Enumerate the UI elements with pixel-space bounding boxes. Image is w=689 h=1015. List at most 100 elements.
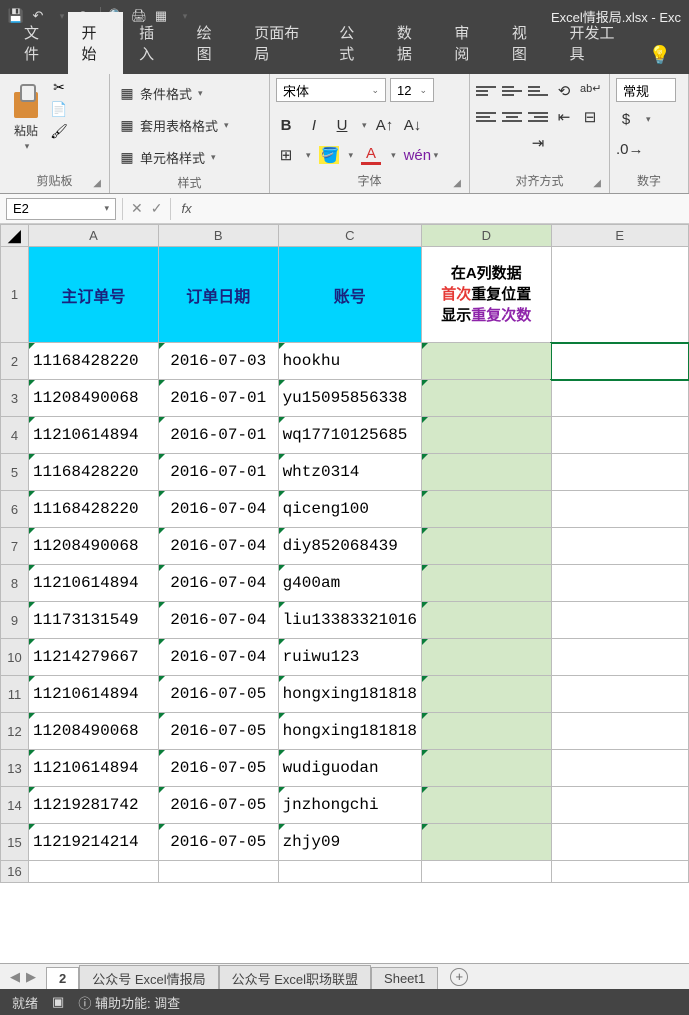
format-painter-icon[interactable]: 🖌 (50, 122, 68, 140)
row-header[interactable]: 11 (1, 676, 29, 713)
align-left-icon[interactable] (476, 108, 496, 126)
wrap-text-icon[interactable]: ab↵ (580, 82, 600, 100)
cell[interactable] (551, 343, 688, 380)
row-header[interactable]: 5 (1, 454, 29, 491)
cell[interactable]: 2016-07-03 (158, 343, 278, 380)
cell[interactable]: 11219214214 (28, 824, 158, 861)
tab-home[interactable]: 开始 (68, 12, 124, 74)
tab-data[interactable]: 数据 (383, 12, 439, 74)
cell[interactable] (422, 861, 552, 883)
cell[interactable]: 主订单号 (28, 247, 158, 343)
align-top-icon[interactable] (476, 82, 496, 100)
row-header[interactable]: 6 (1, 491, 29, 528)
tab-file[interactable]: 文件 (10, 12, 66, 74)
row-header[interactable]: 15 (1, 824, 29, 861)
cell[interactable] (551, 380, 688, 417)
fx-icon[interactable]: fx (171, 201, 201, 216)
cell[interactable]: 2016-07-05 (158, 713, 278, 750)
orientation-icon[interactable]: ⟲ (554, 82, 574, 100)
clipboard-expand-icon[interactable]: ◢ (93, 178, 101, 189)
tab-view[interactable]: 视图 (498, 12, 554, 74)
cell[interactable]: 11173131549 (28, 602, 158, 639)
accessibility-status[interactable]: ⓘ 辅助功能: 调查 (78, 993, 180, 1012)
cell[interactable]: yu15095856338 (278, 380, 421, 417)
cell[interactable] (551, 454, 688, 491)
cell[interactable]: 在A列数据 首次重复位置 显示重复次数 (422, 247, 552, 343)
sheet-tab[interactable]: 公众号 Excel情报局 (79, 965, 218, 991)
cell[interactable]: 2016-07-04 (158, 565, 278, 602)
tab-draw[interactable]: 绘图 (183, 12, 239, 74)
borders-button[interactable]: ⊞ (276, 146, 296, 164)
cell[interactable] (422, 676, 552, 713)
cell[interactable] (551, 417, 688, 454)
decimal-increase-icon[interactable]: .0→ (616, 141, 636, 158)
cancel-formula-icon[interactable]: ✕ (131, 200, 143, 217)
cell[interactable] (422, 750, 552, 787)
align-expand-icon[interactable]: ◢ (593, 178, 601, 189)
copy-icon[interactable]: 📄 (50, 100, 68, 118)
cell[interactable]: hongxing181818 (278, 713, 421, 750)
cell[interactable] (422, 824, 552, 861)
accept-formula-icon[interactable]: ✓ (151, 200, 163, 217)
currency-icon[interactable]: $ (616, 111, 636, 128)
cell[interactable] (422, 528, 552, 565)
row-header[interactable]: 4 (1, 417, 29, 454)
cell[interactable]: 订单日期 (158, 247, 278, 343)
col-header-e[interactable]: E (551, 225, 688, 247)
cell[interactable] (422, 639, 552, 676)
cell[interactable]: 11168428220 (28, 454, 158, 491)
cell[interactable]: 11214279667 (28, 639, 158, 676)
cell[interactable] (551, 713, 688, 750)
select-all-corner[interactable]: ◢ (1, 225, 29, 247)
cell[interactable] (551, 602, 688, 639)
cell[interactable] (551, 676, 688, 713)
font-color-button[interactable]: A (361, 145, 381, 165)
decrease-font-icon[interactable]: A↓ (403, 117, 423, 134)
cell[interactable] (158, 861, 278, 883)
cell[interactable]: 2016-07-05 (158, 676, 278, 713)
cell[interactable] (422, 380, 552, 417)
cell[interactable]: liu13383321016 (278, 602, 421, 639)
cell[interactable]: 2016-07-01 (158, 454, 278, 491)
col-header-c[interactable]: C (278, 225, 421, 247)
italic-button[interactable]: I (304, 117, 324, 134)
cell[interactable]: 2016-07-04 (158, 528, 278, 565)
cell[interactable]: zhjy09 (278, 824, 421, 861)
cell[interactable] (551, 639, 688, 676)
cell[interactable]: 2016-07-01 (158, 380, 278, 417)
row-header[interactable]: 2 (1, 343, 29, 380)
decrease-indent-icon[interactable]: ⇤ (554, 108, 574, 126)
add-sheet-button[interactable]: + (450, 968, 468, 986)
cell[interactable] (422, 454, 552, 491)
sheet-tab[interactable]: 公众号 Excel职场联盟 (219, 965, 371, 991)
cell[interactable]: 11208490068 (28, 380, 158, 417)
cell[interactable]: 11208490068 (28, 528, 158, 565)
align-middle-icon[interactable] (502, 82, 522, 100)
font-expand-icon[interactable]: ◢ (453, 178, 461, 189)
row-header[interactable]: 1 (1, 247, 29, 343)
formula-input[interactable] (202, 198, 689, 220)
cell[interactable] (422, 343, 552, 380)
cell[interactable]: 2016-07-05 (158, 787, 278, 824)
row-header[interactable]: 9 (1, 602, 29, 639)
cell[interactable]: 11210614894 (28, 565, 158, 602)
sheet-nav-next-icon[interactable]: ▶ (26, 969, 36, 985)
row-header[interactable]: 10 (1, 639, 29, 676)
sheet-tab[interactable]: 2 (46, 967, 79, 989)
cell[interactable]: 11210614894 (28, 750, 158, 787)
col-header-d[interactable]: D (422, 225, 552, 247)
increase-font-icon[interactable]: A↑ (375, 117, 395, 134)
align-center-icon[interactable] (502, 108, 522, 126)
row-header[interactable]: 13 (1, 750, 29, 787)
cell[interactable] (551, 528, 688, 565)
row-header[interactable]: 3 (1, 380, 29, 417)
row-header[interactable]: 12 (1, 713, 29, 750)
cell[interactable]: wq17710125685 (278, 417, 421, 454)
cell[interactable]: 2016-07-04 (158, 602, 278, 639)
cell[interactable]: qiceng100 (278, 491, 421, 528)
tab-developer[interactable]: 开发工具 (555, 12, 638, 74)
name-box[interactable]: E2▾ (6, 198, 116, 220)
cell[interactable]: 账号 (278, 247, 421, 343)
cell[interactable] (422, 417, 552, 454)
col-header-a[interactable]: A (28, 225, 158, 247)
